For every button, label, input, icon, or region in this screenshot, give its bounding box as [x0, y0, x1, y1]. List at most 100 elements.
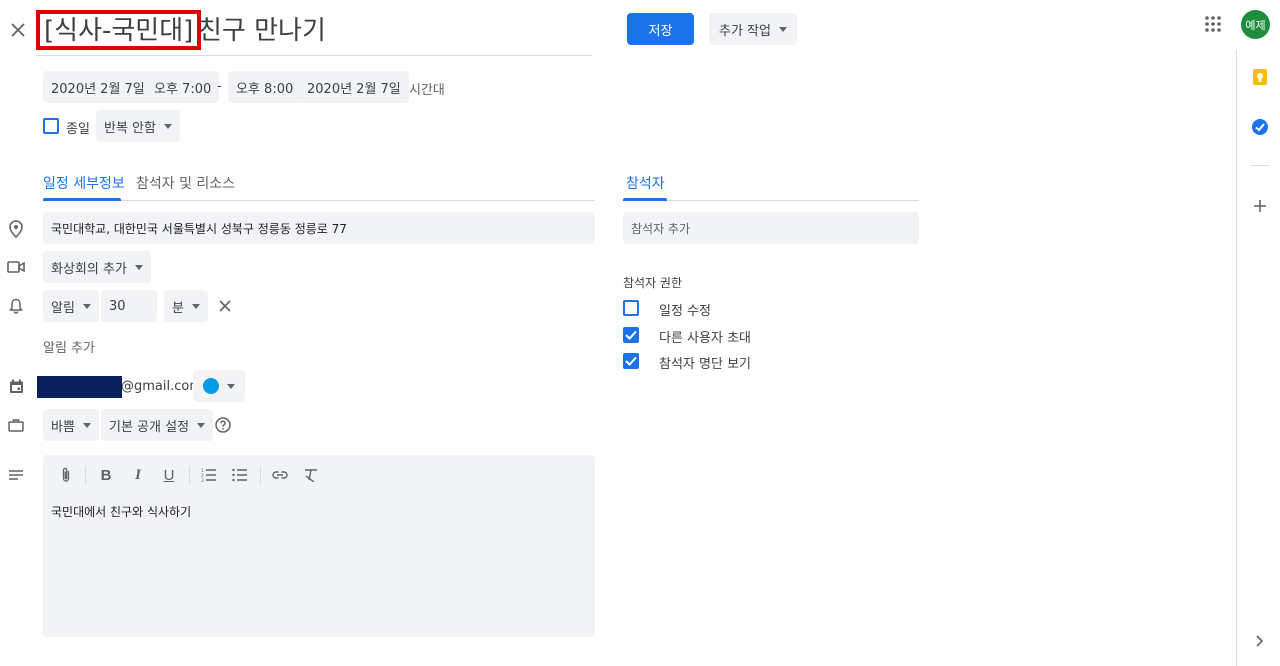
end-date: 2020년 2월 7일: [307, 81, 401, 97]
chevron-down-icon: [197, 422, 206, 428]
checkmark-icon: [625, 330, 637, 340]
tab-guests-resources[interactable]: 참석자 및 리소스: [136, 173, 235, 193]
start-time: 오후 7:00: [154, 81, 212, 97]
calendar-email-suffix: @gmail.com: [121, 379, 203, 394]
notification-type-dropdown[interactable]: 알림: [43, 290, 99, 322]
remove-notification-icon[interactable]: [214, 295, 236, 317]
add-guest-input[interactable]: 참석자 추가: [623, 212, 919, 244]
visibility-dropdown[interactable]: 기본 공개 설정: [101, 409, 214, 441]
chevron-down-icon: [82, 422, 91, 428]
start-time-chip[interactable]: 오후 7:00: [146, 71, 220, 103]
close-icon[interactable]: [6, 18, 30, 42]
help-icon[interactable]: [213, 415, 233, 435]
start-date: 2020년 2월 7일: [51, 81, 145, 97]
add-guest-placeholder: 참석자 추가: [631, 221, 691, 236]
repeat-dropdown[interactable]: 반복 안함: [96, 110, 180, 142]
busy-dropdown[interactable]: 바쁨: [43, 409, 99, 441]
all-day-checkbox[interactable]: [43, 118, 59, 134]
add-notification-link[interactable]: 알림 추가: [43, 337, 95, 356]
chevron-down-icon: [82, 303, 91, 309]
notes-icon: [6, 465, 26, 485]
chevron-down-icon: [227, 383, 235, 389]
toolbar-divider: [85, 466, 86, 484]
all-day-label: 종일: [66, 122, 90, 137]
tasks-icon[interactable]: [1249, 116, 1271, 138]
calendar-color-dot: [203, 378, 219, 394]
end-time-chip[interactable]: 오후 8:00: [228, 71, 302, 103]
timezone-link[interactable]: 시간대: [409, 79, 445, 98]
guests-tab-underline: [623, 200, 919, 201]
clear-formatting-icon[interactable]: [298, 462, 324, 488]
calendar-icon: [6, 376, 26, 396]
bell-icon: [6, 296, 26, 316]
chevron-down-icon: [191, 303, 200, 309]
location-pin-icon: [6, 219, 26, 239]
add-addon-icon[interactable]: [1249, 195, 1271, 217]
permission-checkbox-invite[interactable]: [623, 327, 639, 343]
end-date-chip[interactable]: 2020년 2월 7일: [299, 71, 409, 103]
guest-permissions-title: 참석자 권한: [623, 276, 683, 290]
bold-icon[interactable]: B: [93, 462, 119, 488]
editor-toolbar: B I U 123: [43, 455, 595, 495]
chevron-right-icon[interactable]: [1251, 632, 1269, 650]
svg-text:3: 3: [201, 478, 204, 482]
notification-value: 30: [109, 298, 126, 314]
chevron-down-icon: [163, 123, 172, 129]
end-time: 오후 8:00: [236, 81, 294, 97]
toolbar-divider: [260, 466, 261, 484]
more-actions-label: 추가 작업: [719, 23, 771, 39]
title-highlight-text: [식사-국민대]: [44, 16, 194, 46]
notification-type: 알림: [51, 300, 75, 316]
calendar-color-dropdown[interactable]: [193, 370, 245, 402]
time-separator: -: [217, 79, 222, 94]
busy-label: 바쁨: [51, 419, 75, 435]
chevron-down-icon: [778, 26, 787, 32]
link-icon[interactable]: [267, 462, 293, 488]
description-text: 국민대에서 친구와 식사하기: [51, 505, 192, 519]
guests-tab-indicator: [623, 198, 667, 201]
avatar-text: 예제: [1245, 18, 1266, 32]
permission-checkbox-see-list[interactable]: [623, 353, 639, 369]
keep-icon[interactable]: [1249, 66, 1271, 88]
redacted-email-block: [37, 376, 122, 398]
underline-icon[interactable]: U: [156, 462, 182, 488]
tab-guests[interactable]: 참석자: [626, 173, 665, 193]
add-video-conference-button[interactable]: 화상회의 추가: [43, 251, 151, 283]
title-rest-text: 친구 만나기: [198, 16, 326, 46]
bulleted-list-icon[interactable]: [227, 462, 253, 488]
title-highlight-box: [식사-국민대]: [36, 10, 202, 50]
videocam-icon: [6, 257, 26, 277]
attachment-icon[interactable]: [53, 462, 79, 488]
permission-checkbox-modify[interactable]: [623, 300, 639, 316]
save-button[interactable]: 저장: [627, 13, 694, 45]
avatar[interactable]: 예제: [1241, 10, 1270, 39]
repeat-label: 반복 안함: [104, 120, 156, 136]
permission-label-see-list: 참석자 명단 보기: [659, 357, 751, 372]
start-date-chip[interactable]: 2020년 2월 7일: [43, 71, 153, 103]
details-tabs-underline: [43, 200, 595, 201]
permission-label-invite: 다른 사용자 초대: [659, 331, 751, 346]
event-title-field[interactable]: [식사-국민대] 친구 만나기: [36, 10, 592, 56]
tab-event-details[interactable]: 일정 세부정보: [43, 173, 125, 193]
visibility-label: 기본 공개 설정: [109, 419, 190, 435]
tab-active-indicator: [43, 198, 121, 201]
side-panel: [1236, 50, 1280, 666]
description-editor[interactable]: B I U 123 국민대에서 친구와 식사하기: [43, 455, 595, 637]
location-text: 국민대학교, 대한민국 서울특별시 성북구 정릉동 정릉로 77: [51, 221, 347, 236]
location-input[interactable]: 국민대학교, 대한민국 서울특별시 성북구 정릉동 정릉로 77: [43, 212, 595, 244]
notification-value-input[interactable]: 30: [101, 290, 157, 322]
notification-unit: 분: [172, 300, 184, 316]
save-label: 저장: [648, 23, 673, 39]
checkmark-icon: [625, 356, 637, 366]
video-label: 화상회의 추가: [51, 261, 127, 277]
numbered-list-icon[interactable]: 123: [196, 462, 222, 488]
italic-icon[interactable]: I: [125, 462, 151, 488]
briefcase-icon: [6, 415, 26, 435]
apps-grid-icon[interactable]: [1202, 13, 1224, 35]
toolbar-divider: [189, 466, 190, 484]
notification-unit-dropdown[interactable]: 분: [164, 290, 208, 322]
side-divider: [1251, 165, 1269, 166]
permission-label-modify: 일정 수정: [659, 304, 711, 319]
more-actions-button[interactable]: 추가 작업: [709, 13, 797, 45]
chevron-down-icon: [134, 264, 143, 270]
